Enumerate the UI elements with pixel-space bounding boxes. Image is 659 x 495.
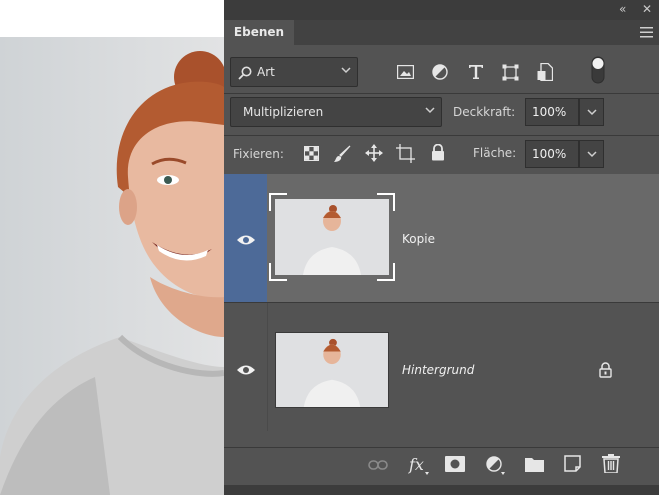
lock-artboard-icon[interactable] [396, 144, 415, 163]
visibility-toggle[interactable] [224, 174, 267, 302]
eye-icon [237, 365, 255, 375]
lock-icon [599, 362, 612, 378]
fill-input[interactable]: 100% [525, 140, 579, 168]
layer-name[interactable]: Hintergrund [402, 363, 474, 377]
panel-title-bar: « ✕ [224, 0, 659, 20]
thumbnail-image [276, 333, 388, 407]
eye-icon [237, 235, 255, 245]
filter-kind-dropdown[interactable]: Art [230, 57, 358, 87]
filter-kind-label: Art [257, 65, 275, 79]
shape-filter-icon[interactable] [502, 64, 519, 81]
tab-layers[interactable]: Ebenen [224, 20, 294, 45]
new-group-icon[interactable] [525, 456, 544, 472]
link-layers-icon[interactable] [368, 459, 388, 471]
lock-label: Fixieren: [233, 147, 284, 161]
lock-image-pixels-icon[interactable] [333, 145, 351, 163]
add-mask-icon[interactable] [445, 456, 465, 472]
opacity-input[interactable]: 100% [525, 98, 579, 126]
image-filter-icon[interactable] [397, 65, 414, 79]
lock-row: Fixieren: Fläche: 100% [224, 136, 659, 174]
filter-row: Art [224, 45, 659, 93]
selection-frame [269, 193, 395, 281]
chevron-down-icon [587, 151, 597, 158]
chevron-down-icon [587, 109, 597, 116]
fx-icon[interactable]: fx [408, 454, 430, 476]
layer-row-kopie[interactable]: Kopie [224, 174, 659, 302]
fill-label: Fläche: [473, 146, 517, 160]
lock-position-icon[interactable] [365, 144, 383, 162]
canvas-photo [0, 37, 224, 495]
smart-object-filter-icon[interactable] [537, 63, 553, 81]
delete-layer-icon[interactable] [602, 454, 620, 473]
layers-panel: « ✕ Ebenen Art Multiplizieren Deckkraft:… [224, 0, 659, 495]
lock-all-icon[interactable] [431, 144, 445, 161]
layer-name[interactable]: Kopie [402, 232, 435, 246]
collapse-panel-button[interactable]: « [619, 2, 626, 16]
search-icon [238, 66, 252, 80]
chevron-down-icon [341, 67, 351, 74]
visibility-toggle[interactable] [224, 303, 268, 431]
adjustment-filter-icon[interactable] [432, 64, 448, 80]
layer-list: Kopie Hintergrund [224, 174, 659, 434]
layer-thumbnail[interactable] [275, 332, 389, 408]
svg-text:fx: fx [408, 455, 424, 474]
new-adjustment-icon[interactable] [486, 456, 506, 476]
blend-mode-label: Multiplizieren [243, 105, 324, 119]
blend-row: Multiplizieren Deckkraft: 100% [224, 94, 659, 134]
chevron-down-icon [425, 107, 435, 114]
panel-menu-icon[interactable] [640, 27, 653, 38]
opacity-dropdown-button[interactable] [579, 98, 604, 126]
portrait-image [0, 37, 224, 495]
lock-transparent-pixels-icon[interactable] [304, 146, 319, 161]
layers-action-bar: fx [224, 447, 659, 486]
filter-toggle-switch[interactable] [591, 56, 605, 84]
blend-mode-dropdown[interactable]: Multiplizieren [230, 97, 442, 127]
panel-resize-strip[interactable] [224, 485, 659, 495]
close-panel-button[interactable]: ✕ [642, 2, 652, 16]
layer-row-hintergrund[interactable]: Hintergrund [224, 303, 659, 431]
opacity-label: Deckkraft: [453, 105, 516, 119]
panel-tab-row: Ebenen [224, 20, 659, 45]
type-filter-icon[interactable] [468, 64, 484, 80]
fill-dropdown-button[interactable] [579, 140, 604, 168]
new-layer-icon[interactable] [564, 455, 581, 472]
tab-layers-label: Ebenen [233, 25, 285, 39]
